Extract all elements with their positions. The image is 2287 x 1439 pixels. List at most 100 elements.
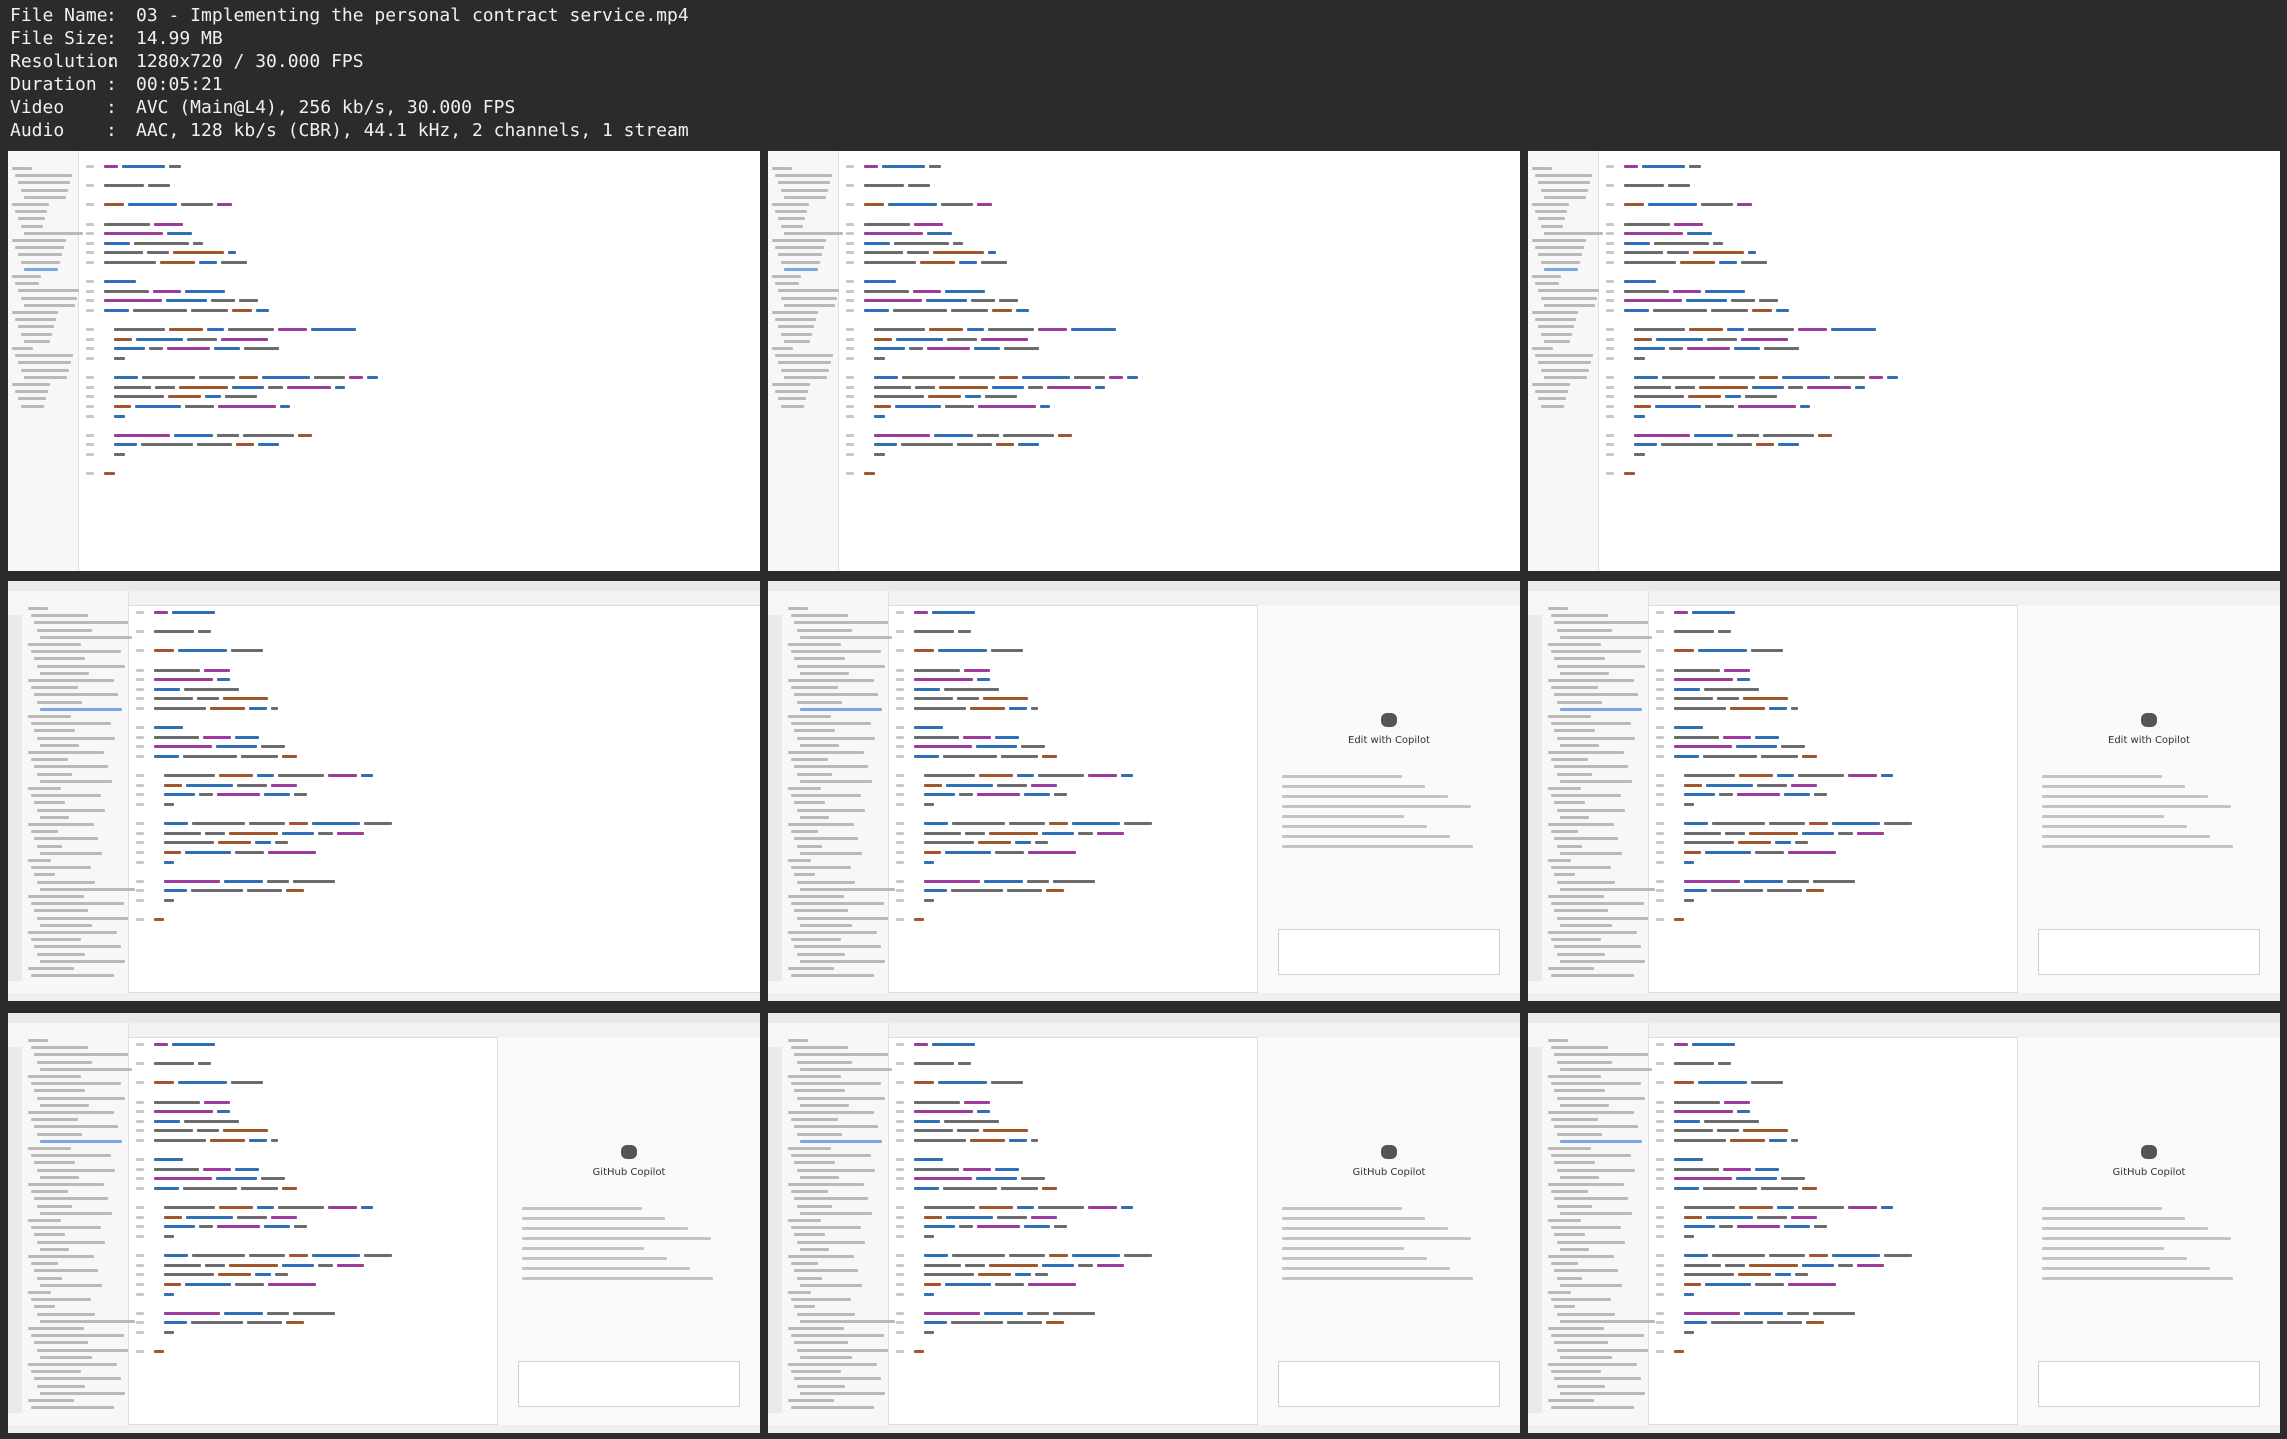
code-token	[1689, 165, 1701, 168]
video-thumbnail[interactable]	[8, 151, 760, 571]
code-token	[154, 735, 199, 739]
file-tree-item	[40, 1139, 122, 1143]
code-token	[914, 668, 960, 672]
file-tree-item	[37, 1312, 95, 1316]
file-tree-item	[18, 217, 45, 221]
file-tree-item	[1554, 909, 1608, 913]
code-token	[1654, 241, 1709, 245]
code-token	[1704, 687, 1759, 691]
line-number	[846, 328, 854, 332]
file-tree-item	[800, 1211, 872, 1215]
code-token	[1021, 1177, 1045, 1181]
code-token	[1781, 745, 1805, 749]
code-token	[914, 222, 943, 226]
video-thumbnail[interactable]	[1528, 151, 2280, 571]
code-token	[164, 831, 201, 835]
code-token	[1674, 707, 1726, 710]
code-token	[864, 232, 923, 236]
file-tree-item	[1538, 253, 1582, 257]
code-token	[992, 309, 1012, 312]
code-token	[1767, 1321, 1802, 1325]
code-token	[1674, 726, 1703, 730]
file-tree-item	[31, 1226, 101, 1230]
activity-bar	[768, 615, 782, 981]
code-token	[154, 630, 194, 634]
file-tree-item	[37, 1276, 62, 1280]
file-tree-item	[788, 895, 844, 898]
code-token	[977, 678, 990, 682]
chat-text-line	[2042, 835, 2210, 838]
file-tree-item	[788, 1291, 811, 1294]
code-token	[1088, 774, 1117, 778]
video-thumbnail[interactable]: Edit with Copilot	[768, 581, 1520, 1001]
file-tree-item	[775, 354, 833, 358]
code-token	[984, 879, 1023, 883]
code-token	[1047, 385, 1091, 389]
code-token	[999, 299, 1018, 303]
code-token	[929, 165, 941, 168]
code-token	[874, 347, 905, 351]
chat-text-line	[2042, 1247, 2164, 1250]
file-tree-item	[18, 253, 62, 257]
line-number	[896, 668, 904, 672]
line-number	[896, 774, 904, 778]
code-token	[1674, 1100, 1720, 1104]
file-tree-item	[37, 1096, 125, 1100]
code-token	[1684, 879, 1740, 883]
code-token	[1705, 405, 1734, 408]
file-tree-item	[28, 931, 117, 934]
video-thumbnail[interactable]: GitHub Copilot	[8, 1013, 760, 1433]
line-number	[1656, 678, 1664, 682]
line-number	[86, 232, 94, 236]
code-token	[914, 687, 940, 691]
video-thumbnail[interactable]: Edit with Copilot	[1528, 581, 2280, 1001]
file-tree-item	[40, 635, 132, 639]
code-token	[1648, 203, 1697, 207]
file-tree-item	[794, 1125, 878, 1129]
code-token	[154, 649, 174, 653]
file-tree-item	[1544, 375, 1587, 379]
file-tree-item	[1538, 325, 1574, 329]
code-token	[232, 309, 252, 312]
code-token	[219, 774, 253, 778]
code-token	[335, 385, 345, 389]
code-token	[154, 1062, 194, 1066]
file-tree-item	[12, 239, 66, 242]
file-tree-item	[788, 1219, 821, 1222]
video-thumbnail[interactable]: GitHub Copilot	[768, 1013, 1520, 1433]
code-token	[924, 783, 942, 787]
file-tree-item	[788, 679, 874, 682]
file-tree-item	[1538, 289, 1599, 293]
code-token	[1687, 347, 1730, 351]
code-token	[943, 755, 997, 758]
file-tree-item	[31, 1370, 81, 1374]
code-token	[1031, 707, 1038, 710]
code-token	[1741, 337, 1788, 341]
video-thumbnail[interactable]: GitHub Copilot	[1528, 1013, 2280, 1433]
editor-tab-bar	[128, 591, 760, 606]
file-tree-item	[40, 1355, 92, 1359]
file-tree-item	[1532, 167, 1552, 170]
code-token	[977, 433, 999, 437]
audio-row: Audio: AAC, 128 kb/s (CBR), 44.1 kHz, 2 c…	[10, 120, 689, 141]
file-tree-item	[40, 851, 102, 855]
file-tree-item	[794, 1089, 845, 1093]
code-token	[970, 707, 1005, 710]
code-token	[153, 289, 181, 293]
video-thumbnail[interactable]	[768, 151, 1520, 571]
chat-text-line	[2042, 795, 2208, 798]
file-tree-item	[1554, 945, 1641, 949]
code-token	[1788, 851, 1836, 854]
code-token	[893, 309, 947, 312]
code-token	[924, 899, 934, 902]
code-token	[1784, 793, 1810, 797]
code-token	[952, 1254, 1005, 1258]
file-tree-item	[34, 765, 108, 769]
file-tree-item	[37, 736, 115, 740]
window-title-bar	[1528, 1013, 2280, 1023]
file-tree-item	[1532, 383, 1570, 386]
code-token	[928, 395, 961, 399]
code-token	[258, 443, 279, 447]
file-tree-item	[28, 1075, 81, 1078]
video-thumbnail[interactable]	[8, 581, 760, 1001]
